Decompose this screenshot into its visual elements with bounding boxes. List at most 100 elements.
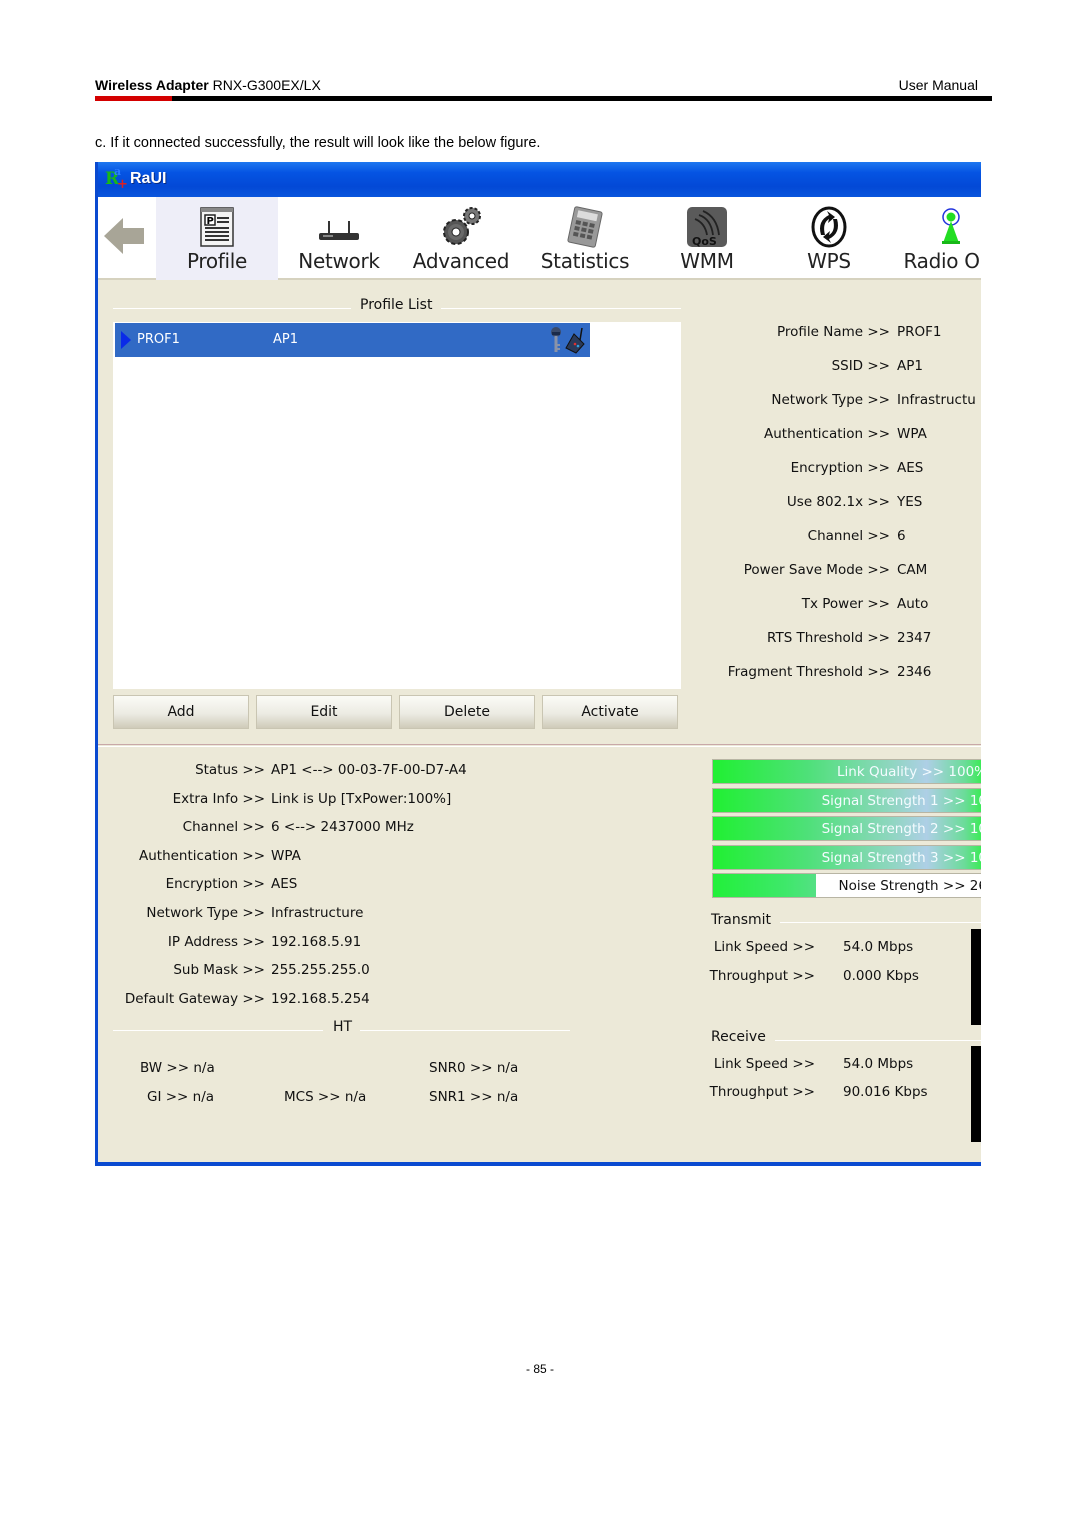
profile-detail-label: Network Type >> — [771, 392, 890, 408]
profile-detail-key: Encryption >> — [98, 460, 890, 478]
delete-button[interactable]: Delete — [399, 695, 535, 729]
tab-label: Profile — [186, 249, 248, 273]
tab-label: Radio On/ — [903, 249, 981, 273]
signal-bar-label: Signal Strength 3 >> 10 — [821, 849, 981, 866]
tab-advanced[interactable]: Advanced — [400, 197, 522, 280]
receive-throughput-value: 90.016 Kbps — [843, 1084, 928, 1100]
profile-detail-value: AES — [897, 460, 924, 476]
transmit-legend: Transmit — [711, 912, 772, 928]
receive-link-speed-key: Link Speed >> — [713, 1056, 815, 1072]
tab-profile[interactable]: P Profile — [156, 197, 278, 280]
profile-detail-value: PROF1 — [897, 324, 942, 340]
profile-detail-label: RTS Threshold >> — [767, 630, 890, 646]
profile-detail-value: Infrastructu — [897, 392, 976, 408]
signal-bar: Signal Strength 1 >> 10 — [712, 787, 981, 813]
profile-detail-label: Authentication >> — [763, 426, 890, 442]
profile-detail-key: Use 802.1x >> — [98, 494, 890, 512]
wps-icon — [811, 206, 847, 248]
legend-line — [441, 308, 681, 309]
ht-legend: HT — [333, 1019, 353, 1035]
legend-line — [775, 1040, 981, 1041]
profile-detail-key: Authentication >> — [98, 426, 890, 444]
tab-radio[interactable]: Radio On/ — [890, 197, 981, 280]
window-title: RaUI — [130, 170, 167, 187]
profile-detail-key: Profile Name >> — [98, 324, 890, 342]
profile-detail-key: Fragment Threshold >> — [98, 664, 890, 682]
transmit-link-speed-value: 54.0 Mbps — [843, 939, 914, 955]
section-divider — [98, 744, 981, 747]
signal-bar-fill — [713, 874, 817, 898]
signal-bar-label: Signal Strength 1 >> 10 — [821, 792, 981, 809]
tab-statistics[interactable]: Statistics — [524, 197, 646, 280]
legend-line — [113, 1030, 323, 1031]
signal-bar: Signal Strength 3 >> 10 — [712, 844, 981, 870]
transmit-throughput-row: Throughput >> — [98, 968, 815, 986]
profile-detail-label: Profile Name >> — [776, 324, 890, 340]
tab-wps[interactable]: WPS — [768, 197, 890, 280]
profile-detail-key: Power Save Mode >> — [98, 562, 890, 580]
profile-detail-label: Tx Power >> — [801, 596, 890, 612]
svg-text:P: P — [207, 216, 214, 227]
profile-detail-value: AP1 — [897, 358, 923, 374]
status-value: Link is Up [TxPower:100%] — [271, 790, 452, 807]
back-arrow-icon — [104, 218, 144, 254]
status-value: WPA — [271, 847, 301, 864]
status-value: AES — [271, 876, 298, 893]
profile-detail-value: WPA — [897, 426, 927, 442]
transmit-link-speed-key: Link Speed >> — [713, 939, 815, 955]
edit-button[interactable]: Edit — [256, 695, 392, 729]
header-brand: Wireless Adapter — [95, 77, 209, 93]
receive-meter — [971, 1046, 981, 1142]
profile-detail-label: Channel >> — [807, 528, 890, 544]
tab-label: Network — [298, 249, 380, 273]
header-rule — [95, 96, 992, 101]
signal-bar-label: Signal Strength 2 >> 10 — [821, 821, 981, 838]
profile-detail-label: Use 802.1x >> — [786, 494, 890, 510]
status-value: Infrastructure — [271, 905, 364, 921]
toolbar: P Profile Network Advanced Statistics Qo… — [98, 197, 981, 280]
transmit-throughput-value: 0.000 Kbps — [843, 968, 919, 984]
tab-network[interactable]: Network — [278, 197, 400, 280]
profile-detail-key: Tx Power >> — [98, 596, 890, 614]
tab-label: Statistics — [540, 249, 630, 273]
tab-wmm[interactable]: QoS WMM — [646, 197, 768, 280]
status-label: Encryption >> — [165, 876, 265, 893]
activate-button[interactable]: Activate — [542, 695, 678, 729]
receive-legend: Receive — [711, 1029, 766, 1045]
profile-detail-key: Channel >> — [98, 528, 890, 546]
receive-link-speed-value: 54.0 Mbps — [843, 1056, 914, 1072]
profile-detail-label: Fragment Threshold >> — [727, 664, 890, 680]
status-key: Status >> — [98, 762, 265, 780]
gears-icon — [443, 207, 481, 245]
calculator-icon — [567, 206, 603, 248]
transmit-meter — [971, 929, 981, 1025]
profile-detail-key: Network Type >> — [98, 392, 890, 410]
signal-bar: Signal Strength 2 >> 10 — [712, 816, 981, 842]
status-key: Authentication >> — [98, 848, 265, 866]
status-key: Extra Info >> — [98, 791, 265, 809]
profile-detail-value: 2347 — [897, 630, 932, 646]
profile-icon: P — [200, 207, 234, 247]
intro-text: c. If it connected successfully, the res… — [95, 135, 541, 151]
status-value: 192.168.5.254 — [271, 990, 370, 1007]
signal-bar: Noise Strength >> 26 — [712, 873, 981, 899]
tab-label: WPS — [807, 249, 851, 273]
status-label: Status >> — [195, 762, 265, 778]
tab-label: WMM — [680, 249, 734, 273]
profile-detail-value: 6 — [897, 528, 906, 544]
profile-detail-value: 2346 — [897, 664, 932, 680]
back-button[interactable] — [104, 217, 146, 255]
header-model: RNX-G300EX/LX — [212, 77, 321, 93]
status-label: Channel >> — [182, 819, 265, 836]
status-key: Encryption >> — [98, 876, 265, 894]
tab-label: Advanced — [412, 249, 510, 273]
add-button[interactable]: Add — [113, 695, 249, 729]
profile-detail-value: Auto — [897, 596, 929, 612]
transmit-throughput-key: Throughput >> — [709, 968, 815, 984]
title-bar[interactable]: Ra + RaUI — [98, 162, 981, 197]
status-value: AP1 <--> 00-03-7F-00-D7-A4 — [271, 762, 467, 778]
header-rule-accent — [95, 96, 172, 101]
profile-detail-key: RTS Threshold >> — [98, 630, 890, 648]
svg-text:QoS: QoS — [692, 235, 717, 248]
legend-line — [113, 308, 351, 309]
